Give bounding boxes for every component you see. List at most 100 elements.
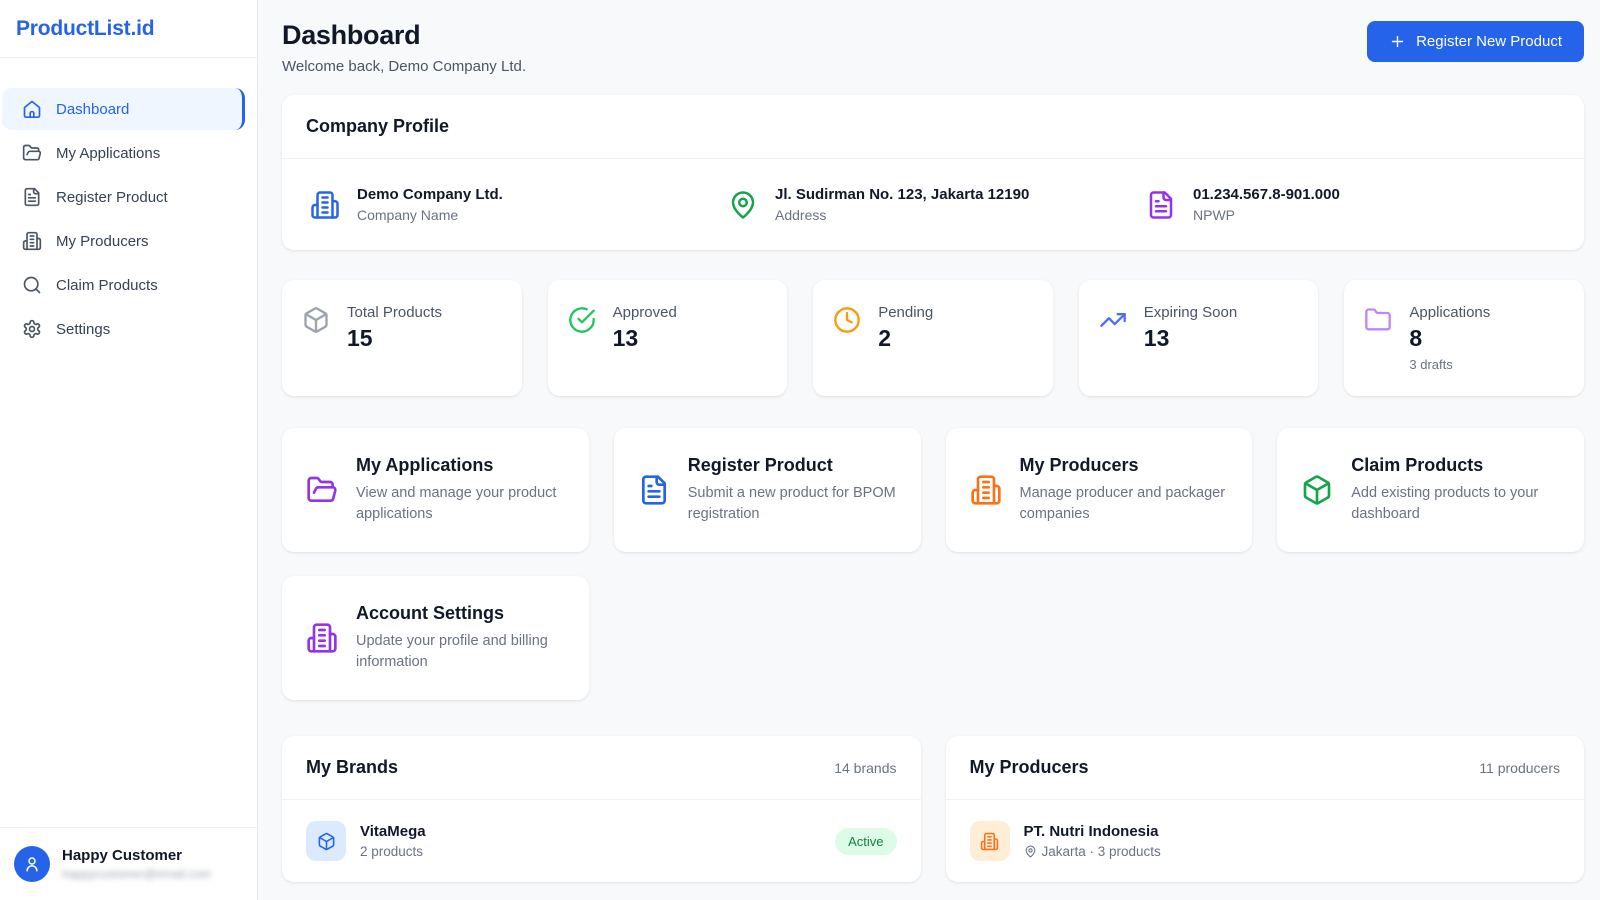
sidebar-item-my-applications[interactable]: My Applications: [2, 132, 245, 174]
sidebar-item-my-producers[interactable]: My Producers: [2, 220, 245, 262]
my-brands-title: My Brands: [306, 757, 398, 778]
company-name-value: Demo Company Ltd.: [357, 186, 503, 203]
avatar: [14, 846, 50, 882]
producers-count: 11 producers: [1479, 760, 1560, 776]
npwp-field: 01.234.567.8-901.000 NPWP: [1142, 186, 1560, 223]
sidebar-user-block[interactable]: Happy Customer happycustomer@email.com: [0, 827, 257, 900]
main-content: Dashboard Welcome back, Demo Company Ltd…: [258, 0, 1600, 900]
page-title: Dashboard: [282, 20, 526, 51]
action-title: Register Product: [688, 455, 897, 476]
sidebar-item-label: Settings: [56, 321, 110, 338]
stat-pending: Pending 2: [813, 280, 1053, 396]
npwp-label: NPWP: [1193, 207, 1340, 223]
sidebar-item-label: Register Product: [56, 189, 168, 206]
producer-name: PT. Nutri Indonesia: [1024, 823, 1561, 840]
stat-label: Approved: [613, 304, 677, 321]
building-icon: [980, 832, 999, 851]
action-claim-products[interactable]: Claim Products Add existing products to …: [1277, 428, 1584, 552]
app-logo: ProductList.id: [0, 0, 257, 58]
page-header: Dashboard Welcome back, Demo Company Ltd…: [282, 20, 1584, 75]
plus-icon: [1389, 33, 1406, 50]
stat-applications: Applications 8 3 drafts: [1344, 280, 1584, 396]
action-title: Claim Products: [1351, 455, 1560, 476]
producer-location-products: Jakarta · 3 products: [1024, 844, 1561, 859]
producer-list-item[interactable]: PT. Nutri Indonesia Jakarta · 3 products: [946, 800, 1585, 882]
my-producers-header: My Producers 11 producers: [946, 736, 1585, 800]
building-icon: [310, 190, 340, 220]
sidebar-item-label: My Producers: [56, 233, 149, 250]
stat-label: Total Products: [347, 304, 442, 321]
package-icon: [1301, 474, 1333, 506]
action-title: Account Settings: [356, 603, 565, 624]
brand-products-count: 2 products: [360, 844, 821, 859]
action-description: Update your profile and billing informat…: [356, 631, 565, 673]
register-new-product-label: Register New Product: [1416, 33, 1562, 50]
company-name-label: Company Name: [357, 207, 503, 223]
company-profile-title: Company Profile: [306, 116, 449, 137]
user-email-blurred: happycustomer@email.com: [62, 867, 211, 881]
trending-up-icon: [1099, 306, 1127, 334]
sidebar-item-dashboard[interactable]: Dashboard: [2, 88, 245, 130]
producer-icon-container: [970, 821, 1010, 861]
my-producers-title: My Producers: [970, 757, 1089, 778]
register-new-product-button[interactable]: Register New Product: [1367, 21, 1584, 62]
brand-name: VitaMega: [360, 823, 821, 840]
my-producers-card: My Producers 11 producers PT. Nutri Indo…: [946, 736, 1585, 882]
building-icon: [306, 622, 338, 654]
action-register-product[interactable]: Register Product Submit a new product fo…: [614, 428, 921, 552]
action-my-applications[interactable]: My Applications View and manage your pro…: [282, 428, 589, 552]
check-circle-icon: [568, 306, 596, 334]
stat-total-products: Total Products 15: [282, 280, 522, 396]
stat-label: Pending: [878, 304, 933, 321]
brand-list-item[interactable]: VitaMega 2 products Active: [282, 800, 921, 882]
gear-icon: [22, 319, 42, 339]
company-profile-card: Company Profile Demo Company Ltd. Compan…: [282, 95, 1584, 250]
action-title: My Producers: [1020, 455, 1229, 476]
sidebar-item-register-product[interactable]: Register Product: [2, 176, 245, 218]
brand-icon-container: [306, 821, 346, 861]
sidebar-item-label: Claim Products: [56, 277, 158, 294]
bottom-lists: My Brands 14 brands VitaMega 2 products …: [282, 736, 1584, 882]
search-icon: [22, 275, 42, 295]
stat-approved: Approved 13: [548, 280, 788, 396]
file-text-icon: [22, 187, 42, 207]
user-name: Happy Customer: [62, 847, 211, 864]
sidebar: ProductList.id Dashboard My Applications…: [0, 0, 258, 900]
status-badge: Active: [835, 828, 896, 855]
folder-open-icon: [22, 143, 42, 163]
sidebar-nav: Dashboard My Applications Register Produ…: [0, 58, 257, 827]
my-brands-header: My Brands 14 brands: [282, 736, 921, 800]
stat-value: 13: [1144, 325, 1237, 352]
sidebar-item-label: My Applications: [56, 145, 160, 162]
map-pin-icon: [1024, 845, 1037, 858]
sidebar-item-label: Dashboard: [56, 101, 129, 118]
stat-value: 13: [613, 325, 677, 352]
file-text-icon: [1146, 190, 1176, 220]
action-my-producers[interactable]: My Producers Manage producer and package…: [946, 428, 1253, 552]
folder-icon: [1364, 306, 1392, 334]
address-field: Jl. Sudirman No. 123, Jakarta 12190 Addr…: [724, 186, 1142, 223]
folder-open-icon: [306, 474, 338, 506]
address-value: Jl. Sudirman No. 123, Jakarta 12190: [775, 186, 1029, 203]
action-description: Submit a new product for BPOM registrati…: [688, 483, 897, 525]
package-icon: [317, 832, 336, 851]
sidebar-item-claim-products[interactable]: Claim Products: [2, 264, 245, 306]
stat-label: Expiring Soon: [1144, 304, 1237, 321]
action-account-settings[interactable]: Account Settings Update your profile and…: [282, 576, 589, 700]
building-icon: [22, 231, 42, 251]
action-description: Add existing products to your dashboard: [1351, 483, 1560, 525]
company-profile-body: Demo Company Ltd. Company Name Jl. Sudir…: [282, 159, 1584, 250]
package-icon: [302, 306, 330, 334]
sidebar-item-settings[interactable]: Settings: [2, 308, 245, 350]
page-subtitle: Welcome back, Demo Company Ltd.: [282, 58, 526, 75]
npwp-value: 01.234.567.8-901.000: [1193, 186, 1340, 203]
my-brands-card: My Brands 14 brands VitaMega 2 products …: [282, 736, 921, 882]
action-title: My Applications: [356, 455, 565, 476]
home-icon: [22, 99, 42, 119]
action-description: Manage producer and packager companies: [1020, 483, 1229, 525]
building-icon: [970, 474, 1002, 506]
action-description: View and manage your product application…: [356, 483, 565, 525]
map-pin-icon: [728, 190, 758, 220]
stat-label: Applications: [1409, 304, 1490, 321]
company-profile-header: Company Profile: [282, 95, 1584, 159]
